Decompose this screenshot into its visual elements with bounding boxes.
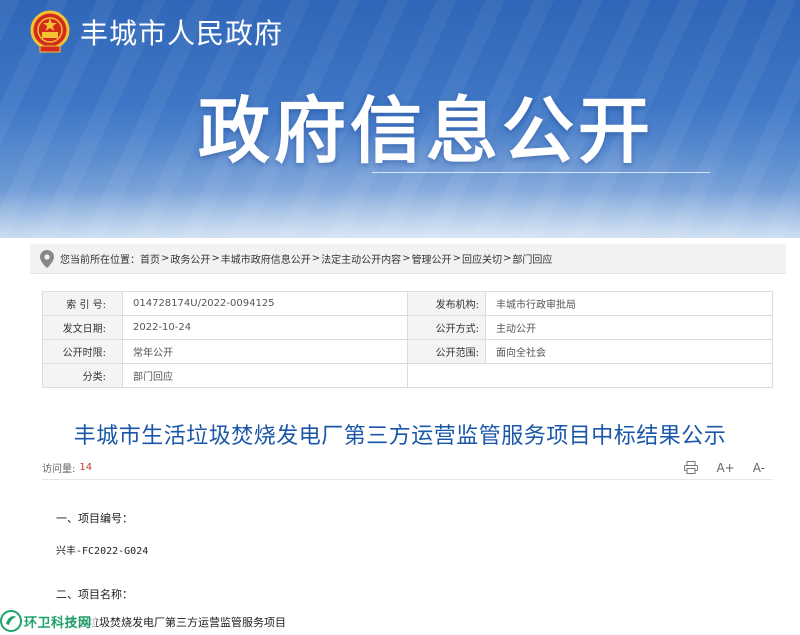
article-title: 丰城市生活垃圾焚烧发电厂第三方运营监管服务项目中标结果公示 [73,424,727,449]
table-row: 分类: 部门回应 [42,363,773,388]
breadcrumb-prefix: 您当前所在位置： [60,255,140,266]
breadcrumb-home[interactable]: 首页 [140,251,160,266]
breadcrumb-separator: > [161,253,170,264]
breadcrumb-separator: > [211,253,220,264]
print-button[interactable] [684,461,699,474]
date-label: 发文日期: [42,315,123,340]
breadcrumb-concerns[interactable]: 回应关切 [462,251,502,266]
category-value: 部门回应 [122,363,408,388]
period-value: 常年公开 [122,339,408,364]
site-name[interactable]: 丰城市人民政府 [80,14,283,54]
breadcrumb-separator: > [402,253,411,264]
paragraph: 兴丰-FC2022-G024 [56,546,149,557]
breadcrumb: 您当前所在位置： 首页 > 政务公开 > 丰城市政府信息公开 > 法定主动公开内… [30,244,786,274]
publisher-value: 丰城市行政审批局 [485,291,773,316]
article-meta: 访问量: 14 A+ A- [42,456,773,480]
banner-title: 政府信息公开 [198,89,655,173]
breadcrumb-separator: > [311,253,321,264]
table-row: 公开时限: 常年公开 公开范围: 面向全社会 [42,339,773,364]
breadcrumb-separator: > [502,253,512,264]
views-count: 14 [79,462,93,473]
empty-cell [407,363,773,388]
document-info-table: 索 引 号: 014728174U/2022-0094125 发布机构: 丰城市… [42,291,773,388]
views-label: 访问量: [42,464,76,475]
breadcrumb-info-disclosure[interactable]: 丰城市政府信息公开 [221,251,311,266]
watermark-text: 环卫科技网 [24,615,92,631]
scope-value: 面向全社会 [485,339,773,364]
mode-label: 公开方式: [407,315,486,340]
paragraph: 二、项目名称： [56,588,133,601]
national-emblem-icon[interactable] [30,10,70,54]
mode-value: 主动公开 [485,315,773,340]
banner-title-underline [372,172,710,173]
breadcrumb-statutory[interactable]: 法定主动公开内容 [321,251,401,266]
watermark: 环卫科技网 [0,610,96,632]
date-value: 2022-10-24 [122,315,408,340]
article-tools: A+ A- [684,461,773,475]
table-row: 索 引 号: 014728174U/2022-0094125 发布机构: 丰城市… [42,291,773,316]
location-pin-icon [40,249,54,268]
scope-label: 公开范围: [407,339,486,364]
breadcrumb-gov-affairs[interactable]: 政务公开 [170,251,210,266]
paragraph: 一、项目编号： [56,512,133,525]
header-banner: 丰城市人民政府 政府信息公开 [0,0,800,238]
watermark-logo-icon [0,610,22,632]
font-increase-button[interactable]: A+ [716,461,734,475]
period-label: 公开时限: [42,339,123,364]
publisher-label: 发布机构: [407,291,486,316]
font-decrease-button[interactable]: A- [753,461,765,475]
table-row: 发文日期: 2022-10-24 公开方式: 主动公开 [42,315,773,340]
breadcrumb-separator: > [452,253,461,264]
printer-icon [684,461,699,474]
category-label: 分类: [42,363,123,388]
index-value: 014728174U/2022-0094125 [122,291,408,316]
index-label: 索 引 号: [42,291,123,316]
breadcrumb-dept-response[interactable]: 部门回应 [512,251,552,266]
breadcrumb-management[interactable]: 管理公开 [412,251,452,266]
paragraph: 生活垃圾焚烧发电厂第三方运营监管服务项目 [66,616,286,629]
